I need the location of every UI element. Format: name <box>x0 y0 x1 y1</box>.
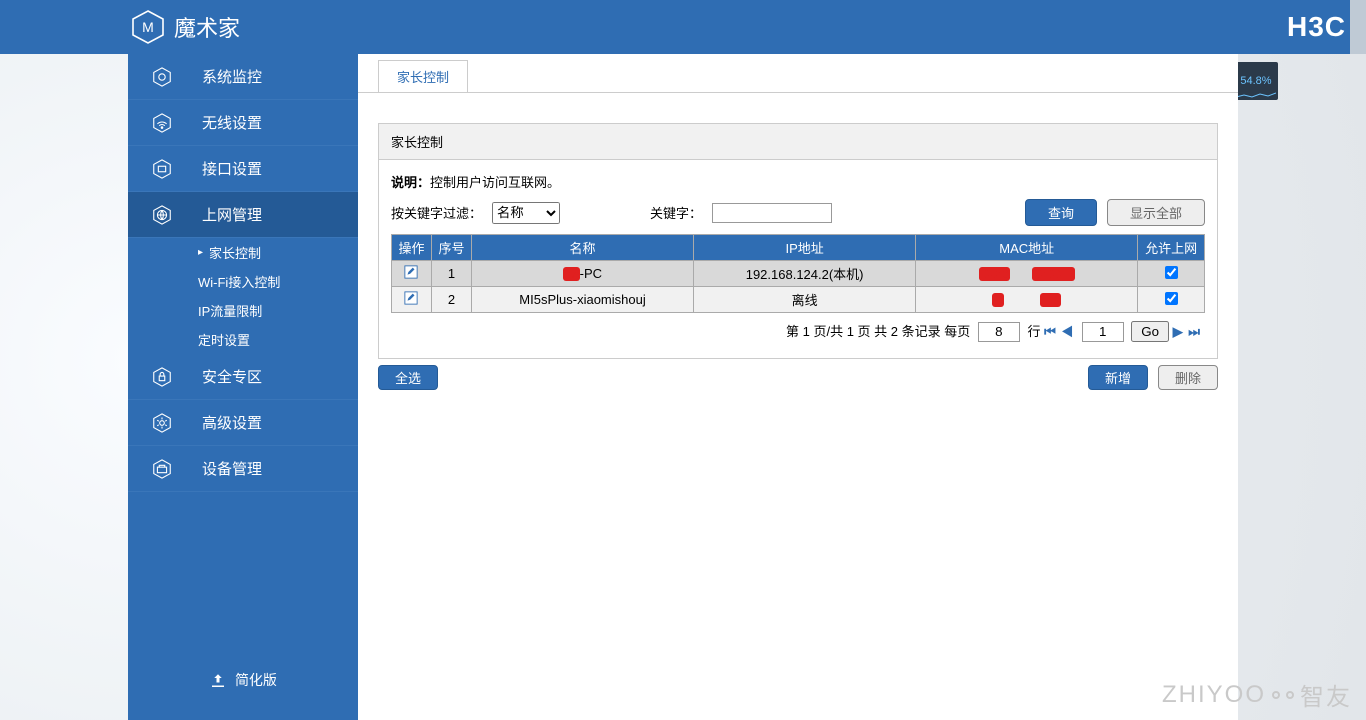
delete-button[interactable]: 删除 <box>1158 365 1218 390</box>
cell-name: MI5sPlus-xiaomishouj <box>471 287 693 313</box>
nav-interface[interactable]: 接口设置 <box>128 146 358 192</box>
nav-advanced[interactable]: 高级设置 <box>128 400 358 446</box>
cell-name: hx-PC <box>471 261 693 287</box>
upload-icon <box>209 672 227 690</box>
port-hex-icon <box>150 157 174 181</box>
lock-hex-icon <box>150 365 174 389</box>
cell-ip: 192.168.124.2(本机) <box>694 261 916 287</box>
nav-label: 安全专区 <box>202 366 262 387</box>
pagination: 第 1 页/共 1 页 共 2 条记录 每页 行 ⏮ ◀ Go ▶ ⏭ <box>391 313 1205 346</box>
sub-wifi-access[interactable]: Wi-Fi接入控制 <box>198 267 358 296</box>
allow-checkbox[interactable] <box>1165 292 1178 305</box>
sidebar-footer[interactable]: 简化版 <box>128 650 358 720</box>
cpu-usage-value: 54.8% <box>1240 75 1271 87</box>
nav-wireless[interactable]: 无线设置 <box>128 100 358 146</box>
cpu-usage-badge: 54.8% <box>1234 62 1278 100</box>
desc-label: 说明： <box>391 175 430 190</box>
panel-parental-control: 家长控制 说明：控制用户访问互联网。 按关键字过滤： 名称 关键字： 查询 显示… <box>378 123 1218 359</box>
page-input[interactable] <box>1082 322 1124 342</box>
sub-parental-control[interactable]: 家长控制 <box>198 238 358 267</box>
nav-label: 接口设置 <box>202 158 262 179</box>
tab-bar: 家长控制 <box>358 54 1238 93</box>
tab-parental-control[interactable]: 家长控制 <box>378 60 468 92</box>
sub-ip-limit[interactable]: IP流量限制 <box>198 296 358 325</box>
gear-hex-icon <box>150 65 174 89</box>
brand-left: M 魔术家 <box>130 9 240 45</box>
per-page-input[interactable] <box>978 322 1020 342</box>
nav-label: 上网管理 <box>202 204 262 225</box>
brand-hex-icon: M <box>130 9 166 45</box>
query-button[interactable]: 查询 <box>1025 199 1097 226</box>
nav-label: 设备管理 <box>202 458 262 479</box>
select-all-button[interactable]: 全选 <box>378 365 438 390</box>
show-all-button[interactable]: 显示全部 <box>1107 199 1205 226</box>
dot-icon <box>1286 691 1294 699</box>
panel-title: 家长控制 <box>379 124 1217 160</box>
cog-hex-icon <box>150 411 174 435</box>
col-mac: MAC地址 <box>916 235 1138 261</box>
globe-hex-icon <box>150 203 174 227</box>
sub-timer[interactable]: 定时设置 <box>198 325 358 354</box>
watermark: ZHIYOO 智友 <box>1162 677 1352 712</box>
nav-label: 无线设置 <box>202 112 262 133</box>
col-name: 名称 <box>471 235 693 261</box>
last-page-icon[interactable]: ▶ ⏭ <box>1173 324 1201 339</box>
allow-checkbox[interactable] <box>1165 266 1178 279</box>
table-row: 2 MI5sPlus-xiaomishouj 离线 A :F9 <box>392 287 1205 313</box>
col-op: 操作 <box>392 235 432 261</box>
watermark-cn: 智友 <box>1300 677 1352 712</box>
filter-row: 按关键字过滤： 名称 关键字： 查询 显示全部 <box>391 199 1205 226</box>
nav-label: 系统监控 <box>202 66 262 87</box>
nav-internet-mgmt[interactable]: 上网管理 <box>128 192 358 238</box>
sidebar: 系统监控 无线设置 接口设置 上网管理 家长控制 Wi-Fi接入控制 IP流量限… <box>128 54 358 720</box>
first-page-icon[interactable]: ⏮ ◀ <box>1044 324 1074 339</box>
top-bar: M 魔术家 H3C <box>0 0 1366 54</box>
filter-label: 按关键字过滤： <box>391 203 482 222</box>
rows-label: 行 <box>1027 324 1040 339</box>
cell-idx: 2 <box>431 287 471 313</box>
nav-security[interactable]: 安全专区 <box>128 354 358 400</box>
wifi-hex-icon <box>150 111 174 135</box>
cell-ip: 离线 <box>694 287 916 313</box>
col-allow: 允许上网 <box>1138 235 1205 261</box>
go-button[interactable]: Go <box>1131 321 1169 342</box>
panel-description: 说明：控制用户访问互联网。 <box>391 172 1205 191</box>
nav-sub-list: 家长控制 Wi-Fi接入控制 IP流量限制 定时设置 <box>128 238 358 354</box>
keyword-input[interactable] <box>712 203 832 223</box>
pager-summary: 第 1 页/共 1 页 共 2 条记录 每页 <box>786 324 970 339</box>
edit-icon[interactable] <box>404 293 418 308</box>
nav-system-monitor[interactable]: 系统监控 <box>128 54 358 100</box>
keyword-label: 关键字： <box>650 203 702 222</box>
filter-select[interactable]: 名称 <box>492 202 560 224</box>
col-ip: IP地址 <box>694 235 916 261</box>
svg-text:M: M <box>142 19 154 35</box>
cell-idx: 1 <box>431 261 471 287</box>
device-table: 操作 序号 名称 IP地址 MAC地址 允许上网 1 hx-PC <box>391 234 1205 313</box>
cell-mac: A :F9 <box>916 287 1138 313</box>
cell-mac: DC:0 D:D0 E <box>916 261 1138 287</box>
toolbox-hex-icon <box>150 457 174 481</box>
add-button[interactable]: 新增 <box>1088 365 1148 390</box>
brand-right: H3C <box>1287 11 1346 43</box>
brand-name: 魔术家 <box>174 11 240 43</box>
col-idx: 序号 <box>431 235 471 261</box>
nav-label: 高级设置 <box>202 412 262 433</box>
dot-icon <box>1272 691 1280 699</box>
content-area: 家长控制 家长控制 说明：控制用户访问互联网。 按关键字过滤： 名称 关键字： … <box>358 54 1238 720</box>
action-row: 全选 新增 删除 <box>378 365 1218 390</box>
watermark-en: ZHIYOO <box>1162 681 1266 709</box>
nav-device-mgmt[interactable]: 设备管理 <box>128 446 358 492</box>
scrollbar-gutter[interactable] <box>1350 0 1366 54</box>
edit-icon[interactable] <box>404 267 418 282</box>
table-row: 1 hx-PC 192.168.124.2(本机) DC:0 D:D0 E <box>392 261 1205 287</box>
desc-text: 控制用户访问互联网。 <box>430 175 560 190</box>
sidebar-footer-label: 简化版 <box>235 672 277 688</box>
